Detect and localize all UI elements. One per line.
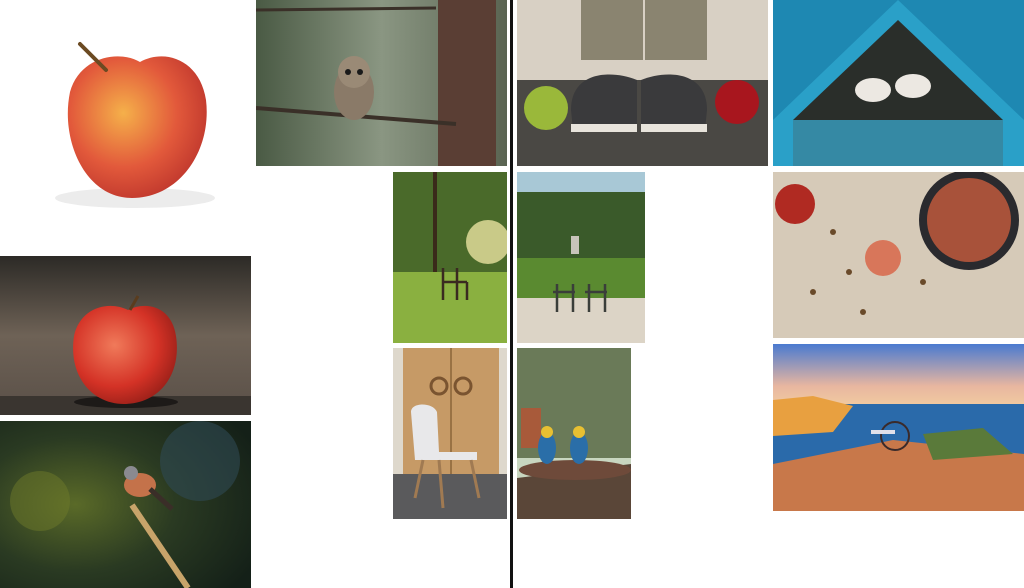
dove-icon bbox=[773, 0, 1024, 166]
photo-red-apple-road[interactable] bbox=[0, 256, 251, 415]
chair-icon bbox=[393, 172, 507, 343]
chair-icon bbox=[517, 172, 645, 343]
owl-icon bbox=[256, 0, 507, 166]
sea-icon bbox=[773, 344, 1024, 511]
apple-icon bbox=[0, 256, 251, 415]
photo-two-chairs-park[interactable] bbox=[517, 172, 645, 343]
photo-parrots-on-stump[interactable] bbox=[517, 348, 631, 519]
sneaker-icon bbox=[517, 0, 768, 166]
chair-icon bbox=[393, 348, 507, 519]
photo-seaside-cliff-table[interactable] bbox=[773, 344, 1024, 511]
photo-chair-sunny-park[interactable] bbox=[393, 172, 507, 343]
photo-apples-nuts-cloth[interactable] bbox=[773, 172, 1024, 338]
bird-icon bbox=[0, 421, 251, 588]
photo-doves-blue-window[interactable] bbox=[773, 0, 1024, 166]
photo-owl-on-branch[interactable] bbox=[256, 0, 507, 166]
apple-icon bbox=[0, 0, 251, 252]
photo-bird-on-stick[interactable] bbox=[0, 421, 251, 588]
apple-icon bbox=[773, 172, 1024, 338]
photo-sneakers-apples[interactable] bbox=[517, 0, 768, 166]
photo-white-chair-wooden-door[interactable] bbox=[393, 348, 507, 519]
column-divider bbox=[510, 0, 513, 588]
photo-red-apple-white[interactable] bbox=[0, 0, 251, 252]
parrot-icon bbox=[517, 348, 631, 519]
